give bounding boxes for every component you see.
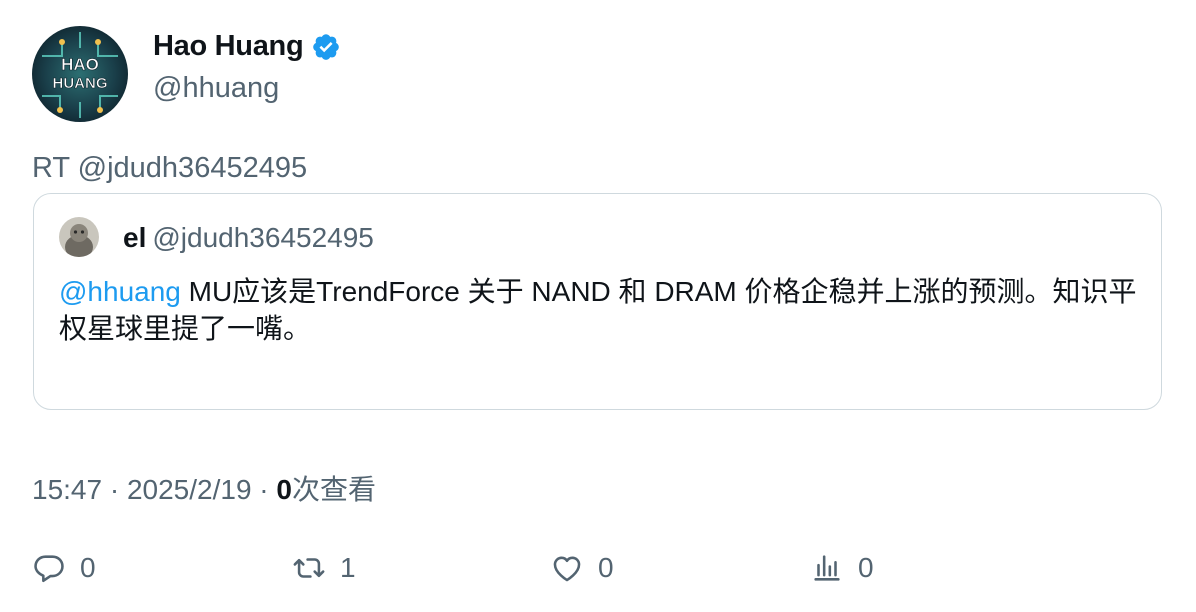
mention-link[interactable]: @hhuang <box>59 276 181 307</box>
author-name[interactable]: Hao Huang <box>153 30 304 63</box>
reply-button[interactable]: 0 <box>32 551 96 585</box>
like-icon <box>553 556 581 582</box>
views-button[interactable]: 0 <box>810 551 874 585</box>
view-label: 次查看 <box>291 474 376 505</box>
tweet-timestamp[interactable]: 15:47 · 2025/2/19 · <box>32 474 276 505</box>
tweet-meta: 15:47 · 2025/2/19 · 0次查看 <box>32 468 376 508</box>
quoted-author-name[interactable]: el <box>123 222 146 253</box>
avatar-image: HAO HUANG <box>32 26 128 122</box>
author-avatar[interactable]: HAO HUANG <box>32 26 128 122</box>
avatar-logo-line1: HAO <box>61 55 99 74</box>
quoted-author-handle[interactable]: @jdudh36452495 <box>152 222 374 253</box>
views-count: 0 <box>858 552 874 583</box>
reply-count: 0 <box>80 552 96 583</box>
retweet-icon <box>293 558 325 578</box>
author-name-row[interactable]: Hao Huang <box>153 30 341 63</box>
quoted-avatar-image <box>59 217 99 257</box>
like-button[interactable]: 0 <box>550 551 614 585</box>
quoted-tweet-body: MU应该是TrendForce 关于 NAND 和 DRAM 价格企稳并上涨的预… <box>59 276 1137 344</box>
avatar-logo-line2: HUANG <box>53 75 108 92</box>
quoted-tweet-card[interactable]: el @jdudh36452495 @hhuang MU应该是TrendForce… <box>33 193 1162 410</box>
verified-badge-icon <box>313 33 340 60</box>
like-count: 0 <box>598 552 614 583</box>
view-count: 0 <box>276 474 292 505</box>
reply-icon <box>34 555 64 583</box>
quoted-author-row: el @jdudh36452495 <box>123 222 374 254</box>
quoted-author-avatar[interactable] <box>59 217 99 257</box>
retweet-count: 1 <box>340 552 356 583</box>
author-handle[interactable]: @hhuang <box>153 72 279 105</box>
retweet-text: RT @jdudh36452495 <box>32 152 308 184</box>
quoted-tweet-text: @hhuang MU应该是TrendForce 关于 NAND 和 DRAM 价… <box>59 273 1139 347</box>
views-icon <box>814 555 840 581</box>
retweet-button[interactable]: 1 <box>292 551 356 585</box>
